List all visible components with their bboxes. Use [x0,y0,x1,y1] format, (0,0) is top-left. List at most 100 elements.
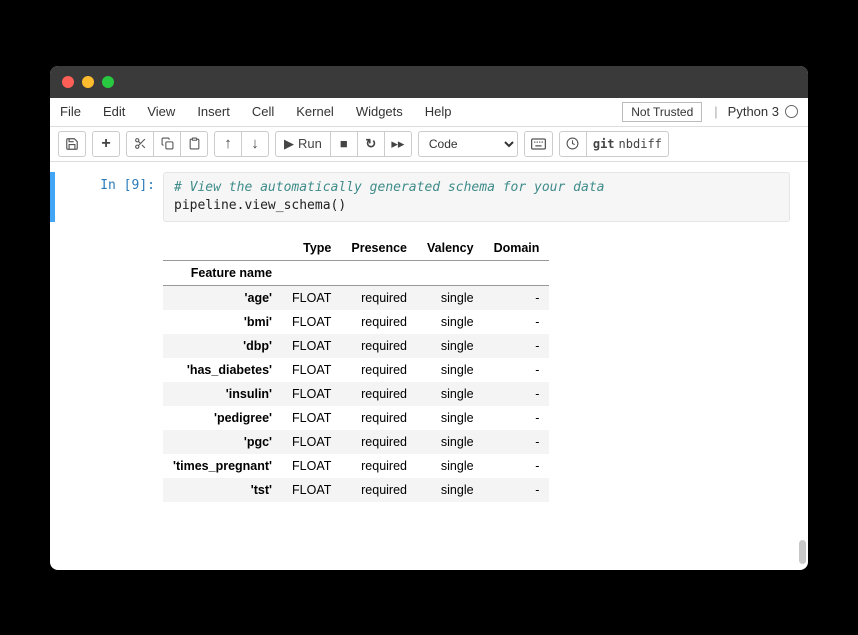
arrow-down-icon: ↓ [251,135,259,152]
cell-valency: single [417,285,484,310]
feature-name: 'bmi' [163,310,282,334]
cell-type-value: FLOAT [282,478,341,502]
code-comment: # View the automatically generated schem… [174,180,604,195]
git-nbdiff-button[interactable]: git nbdiff [586,131,669,157]
feature-name: 'pedigree' [163,406,282,430]
run-label: Run [298,136,322,151]
table-row: 'dbp'FLOATrequiredsingle- [163,334,549,358]
feature-name: 'times_pregnant' [163,454,282,478]
cell-domain: - [484,358,550,382]
cell-type-value: FLOAT [282,310,341,334]
menu-cell[interactable]: Cell [252,104,274,119]
close-icon[interactable] [62,76,74,88]
run-button[interactable]: ▶ Run [275,131,331,157]
menu-insert[interactable]: Insert [197,104,230,119]
move-down-button[interactable]: ↓ [241,131,269,157]
cell-valency: single [417,406,484,430]
minimize-icon[interactable] [82,76,94,88]
move-group: ↑ ↓ [214,131,269,157]
restart-run-all-button[interactable]: ▸▸ [384,131,412,157]
not-trusted-button[interactable]: Not Trusted [622,102,702,122]
table-row: 'pgc'FLOATrequiredsingle- [163,430,549,454]
command-palette-button[interactable] [524,131,553,157]
table-row: 'times_pregnant'FLOATrequiredsingle- [163,454,549,478]
run-group: ▶ Run ■ ↻ ▸▸ [275,131,412,157]
cut-button[interactable] [126,131,154,157]
cell-type-value: FLOAT [282,358,341,382]
table-row: 'age'FLOATrequiredsingle- [163,285,549,310]
table-row: 'tst'FLOATrequiredsingle- [163,478,549,502]
restart-button[interactable]: ↻ [357,131,385,157]
col-presence: Presence [341,236,417,261]
menu-kernel[interactable]: Kernel [296,104,334,119]
copy-icon [161,137,174,150]
menu-edit[interactable]: Edit [103,104,125,119]
table-row: 'has_diabetes'FLOATrequiredsingle- [163,358,549,382]
plus-icon: + [101,135,110,153]
col-valency: Valency [417,236,484,261]
app-window: File Edit View Insert Cell Kernel Widget… [50,66,808,570]
scrollbar-thumb[interactable] [799,540,806,564]
stop-icon: ■ [340,136,348,151]
edit-group [126,131,208,157]
keyboard-icon [531,138,546,150]
table-row: 'bmi'FLOATrequiredsingle- [163,310,549,334]
paste-icon [188,137,201,150]
git-label: git [593,137,615,151]
toolbar: + ↑ ↓ ▶ Run [50,127,808,162]
cell-type-value: FLOAT [282,406,341,430]
row-header-label: Feature name [163,260,282,285]
notebook-area[interactable]: In [9]: # View the automatically generat… [50,162,808,570]
menubar: File Edit View Insert Cell Kernel Widget… [50,98,808,127]
cell-valency: single [417,454,484,478]
menubar-right: Not Trusted | Python 3 [622,102,798,122]
feature-name: 'pgc' [163,430,282,454]
paste-button[interactable] [180,131,208,157]
cell-presence: required [341,406,417,430]
cell-type-select[interactable]: Code [418,131,518,157]
menu-file[interactable]: File [60,104,81,119]
cell-valency: single [417,430,484,454]
git-history-button[interactable] [559,131,587,157]
feature-name: 'insulin' [163,382,282,406]
add-cell-button[interactable]: + [92,131,120,157]
table-row: 'insulin'FLOATrequiredsingle- [163,382,549,406]
menu-widgets[interactable]: Widgets [356,104,403,119]
maximize-icon[interactable] [102,76,114,88]
interrupt-button[interactable]: ■ [330,131,358,157]
code-line: pipeline.view_schema() [174,198,346,213]
menu-items: File Edit View Insert Cell Kernel Widget… [60,104,452,119]
cut-icon [134,137,147,150]
move-up-button[interactable]: ↑ [214,131,242,157]
cell-type-value: FLOAT [282,454,341,478]
cell-type-value: FLOAT [282,334,341,358]
arrow-up-icon: ↑ [224,135,232,152]
cell-valency: single [417,478,484,502]
cell-presence: required [341,382,417,406]
play-icon: ▶ [284,136,294,152]
cell-presence: required [341,430,417,454]
cell-domain: - [484,285,550,310]
cell-domain: - [484,382,550,406]
save-button[interactable] [58,131,86,157]
kernel-name: Python 3 [728,104,779,119]
menu-help[interactable]: Help [425,104,452,119]
copy-button[interactable] [153,131,181,157]
cell-domain: - [484,478,550,502]
cell-presence: required [341,285,417,310]
cell-domain: - [484,430,550,454]
clock-icon [566,137,579,150]
menu-view[interactable]: View [147,104,175,119]
cell-domain: - [484,334,550,358]
kernel-indicator[interactable]: | Python 3 [714,104,798,119]
cell-presence: required [341,454,417,478]
code-cell[interactable]: In [9]: # View the automatically generat… [50,172,796,222]
feature-name: 'age' [163,285,282,310]
code-input[interactable]: # View the automatically generated schem… [163,172,790,222]
output-area: Type Presence Valency Domain Feature nam… [50,222,808,502]
cell-valency: single [417,358,484,382]
nbdiff-label: nbdiff [619,137,662,151]
cell-valency: single [417,310,484,334]
cell-valency: single [417,334,484,358]
cell-type-value: FLOAT [282,285,341,310]
